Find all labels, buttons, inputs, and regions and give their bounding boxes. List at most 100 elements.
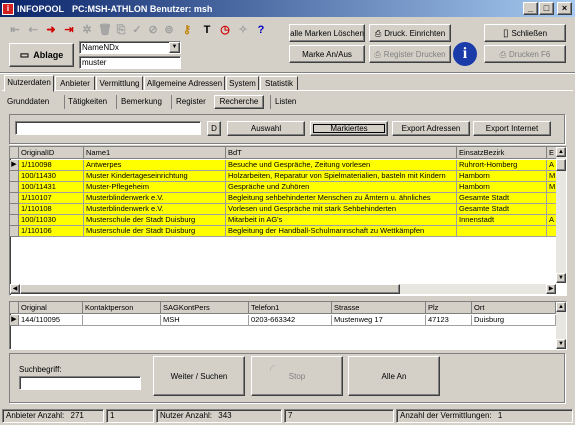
clock-icon[interactable]: ◷ xyxy=(218,23,232,37)
tab-system[interactable]: System xyxy=(226,76,259,91)
scroll-thumb[interactable] xyxy=(556,159,566,171)
row-indicator[interactable] xyxy=(10,226,19,237)
table-cell[interactable]: Mitarbeit in AG's xyxy=(226,215,457,226)
table-cell[interactable]: Muster Kindertageseinrichtung xyxy=(84,171,226,182)
table-cell[interactable]: 1/110106 xyxy=(19,226,84,237)
table-cell[interactable]: Musterblindenwerk e.V. xyxy=(84,204,226,215)
col-header-strasse[interactable]: Strasse xyxy=(332,302,426,314)
save-check-icon[interactable]: ✓ xyxy=(130,23,144,37)
table-row[interactable]: ▶ 144/110095 MSH 0203-663342 Mustenweg 17 471… xyxy=(10,315,556,326)
scroll-up-icon[interactable]: ▲ xyxy=(556,147,566,157)
table-row[interactable]: 1/110107 Musterblindenwerk e.V. Begleitung… xyxy=(10,193,557,204)
table-cell[interactable]: Besuche und Gespräche, Zeitung vorlesen xyxy=(226,160,457,171)
table-row[interactable]: 1/110106 Musterschule der Stadt Duisburg B… xyxy=(10,226,557,237)
export-adressen-button[interactable]: Export Adressen xyxy=(392,121,470,136)
chevron-down-icon[interactable]: ▼ xyxy=(169,42,180,53)
table-cell[interactable]: Ruhrort-Homberg xyxy=(457,160,547,171)
table-cell[interactable]: Hamborn xyxy=(457,182,547,193)
subtab-taetigkeiten[interactable]: Tätigkeiten xyxy=(68,97,107,106)
table-row[interactable]: ▶ 1/110098 Antwerpes Besuche und Gespräche,… xyxy=(10,160,557,171)
alle-marken-loeschen-button[interactable]: alle Marken Löschen xyxy=(289,24,365,42)
table-cell[interactable] xyxy=(457,226,547,237)
drucken-f6-button[interactable]: ⎙ Drucken F6 xyxy=(484,45,566,63)
table-cell[interactable]: Begleitung sehbehinderter Menschen zu Äm… xyxy=(226,193,457,204)
grid-hscrollbar[interactable]: ◀ ▶ xyxy=(10,284,556,294)
scroll-down-icon[interactable]: ▼ xyxy=(556,273,566,283)
subtab-grunddaten[interactable]: Grunddaten xyxy=(7,97,49,106)
table-cell[interactable]: Muster-Pflegeheim xyxy=(84,182,226,193)
copy-icon[interactable]: ⎘ xyxy=(114,23,128,37)
table-cell[interactable]: Gesamte Stadt xyxy=(457,193,547,204)
table-cell[interactable]: Vorlesen und Gespräche mit stark Sehbehi… xyxy=(226,204,457,215)
key-icon[interactable]: ⚷ xyxy=(180,23,194,37)
col-header-original[interactable]: Original xyxy=(19,302,83,314)
row-indicator[interactable] xyxy=(10,182,19,193)
col-header-kontaktperson[interactable]: Kontaktperson xyxy=(83,302,161,314)
next-record-icon[interactable]: ➜ xyxy=(44,23,58,37)
table-cell[interactable]: 1/110107 xyxy=(19,193,84,204)
search-field[interactable]: muster xyxy=(79,56,181,69)
new-icon[interactable]: ✲ xyxy=(80,23,94,37)
table-row[interactable]: 100/11431 Muster-Pflegeheim Gespräche und … xyxy=(10,182,557,193)
row-indicator[interactable]: ▶ xyxy=(10,315,19,326)
table-row[interactable]: 1/110108 Musterblindenwerk e.V. Vorlesen u… xyxy=(10,204,557,215)
cancel-icon[interactable]: ⊘ xyxy=(146,23,160,37)
stop-button[interactable]: ◜ Stop xyxy=(251,356,343,396)
table-cell[interactable]: 1/110098 xyxy=(19,160,84,171)
weiter-suchen-button[interactable]: Weiter / Suchen xyxy=(153,356,245,396)
auswahl-button[interactable]: Auswahl xyxy=(227,121,305,136)
table-cell[interactable]: Duisburg xyxy=(472,315,556,326)
marke-an-aus-button[interactable]: Marke An/Aus xyxy=(289,45,365,63)
subtab-listen[interactable]: Listen xyxy=(275,97,296,106)
prev-record-icon[interactable]: ⇠ xyxy=(26,23,40,37)
table-cell[interactable]: Antwerpes xyxy=(84,160,226,171)
text-icon[interactable]: T xyxy=(200,23,214,37)
minimize-button[interactable]: _ xyxy=(523,2,538,15)
table-cell[interactable]: Holzarbeiten, Reparatur von Spielmateria… xyxy=(226,171,457,182)
row-indicator[interactable] xyxy=(10,204,19,215)
table-row[interactable]: 100/11430 Muster Kindertageseinrichtung Ho… xyxy=(10,171,557,182)
tab-allgemeine-adressen[interactable]: Allgemeine Adressen xyxy=(144,76,225,91)
refresh-icon[interactable]: ⊚ xyxy=(162,23,176,37)
table-cell[interactable]: 100/11430 xyxy=(19,171,84,182)
tab-statistik[interactable]: Statistik xyxy=(260,76,298,91)
row-indicator[interactable] xyxy=(10,215,19,226)
table-row[interactable]: 100/11030 Musterschule der Stadt Duisburg… xyxy=(10,215,557,226)
subtab-bemerkung[interactable]: Bemerkung xyxy=(121,97,162,106)
tab-vermittlung[interactable]: Vermittlung xyxy=(96,76,143,91)
col-header-sagkontpers[interactable]: SAGKontPers xyxy=(161,302,249,314)
last-record-icon[interactable]: ⇥ xyxy=(62,23,76,37)
table-cell[interactable]: Musterschule der Stadt Duisburg xyxy=(84,215,226,226)
schliessen-button[interactable]: ▯ Schließen xyxy=(484,24,566,42)
grid-vscrollbar[interactable]: ▲ ▼ xyxy=(556,147,566,283)
filter-input[interactable] xyxy=(15,121,201,135)
table-cell[interactable]: 100/11431 xyxy=(19,182,84,193)
d-button[interactable]: D xyxy=(207,121,221,136)
col-header-einsatzbezirk[interactable]: EinsatzBezirk xyxy=(457,147,547,159)
col-header-name1[interactable]: Name1 xyxy=(84,147,226,159)
tab-nutzerdaten[interactable]: Nutzerdaten xyxy=(4,75,54,92)
scroll-down-icon[interactable]: ▼ xyxy=(556,339,566,349)
table-cell[interactable]: Gesamte Stadt xyxy=(457,204,547,215)
suchbegriff-input[interactable] xyxy=(19,376,141,390)
export-internet-button[interactable]: Export Internet xyxy=(473,121,551,136)
table-cell[interactable]: Gespräche und Zuhören xyxy=(226,182,457,193)
scroll-up-icon[interactable]: ▲ xyxy=(556,302,566,312)
table-cell[interactable]: Innenstadt xyxy=(457,215,547,226)
delete-icon[interactable]: 🗑 xyxy=(98,23,112,37)
table-cell[interactable]: 47123 xyxy=(426,315,472,326)
subtab-recherche[interactable]: Recherche xyxy=(214,95,264,109)
col-header-ort[interactable]: Ort xyxy=(472,302,556,314)
table-cell[interactable]: Mustenweg 17 xyxy=(332,315,426,326)
table-cell[interactable]: Hamborn xyxy=(457,171,547,182)
markiertes-button[interactable]: Markiertes xyxy=(310,121,388,136)
tab-anbieter[interactable]: Anbieter xyxy=(55,76,95,91)
maximize-button[interactable]: □ xyxy=(539,2,554,15)
col-header-telefon1[interactable]: Telefon1 xyxy=(249,302,332,314)
table-cell[interactable]: Musterblindenwerk e.V. xyxy=(84,193,226,204)
address-vscrollbar[interactable]: ▲ ▼ xyxy=(556,302,566,349)
col-header-plz[interactable]: Plz xyxy=(426,302,472,314)
col-header-originalid[interactable]: OriginalID xyxy=(19,147,84,159)
register-drucken-button[interactable]: ⎙ Register Drucken xyxy=(369,45,451,63)
row-indicator[interactable] xyxy=(10,193,19,204)
